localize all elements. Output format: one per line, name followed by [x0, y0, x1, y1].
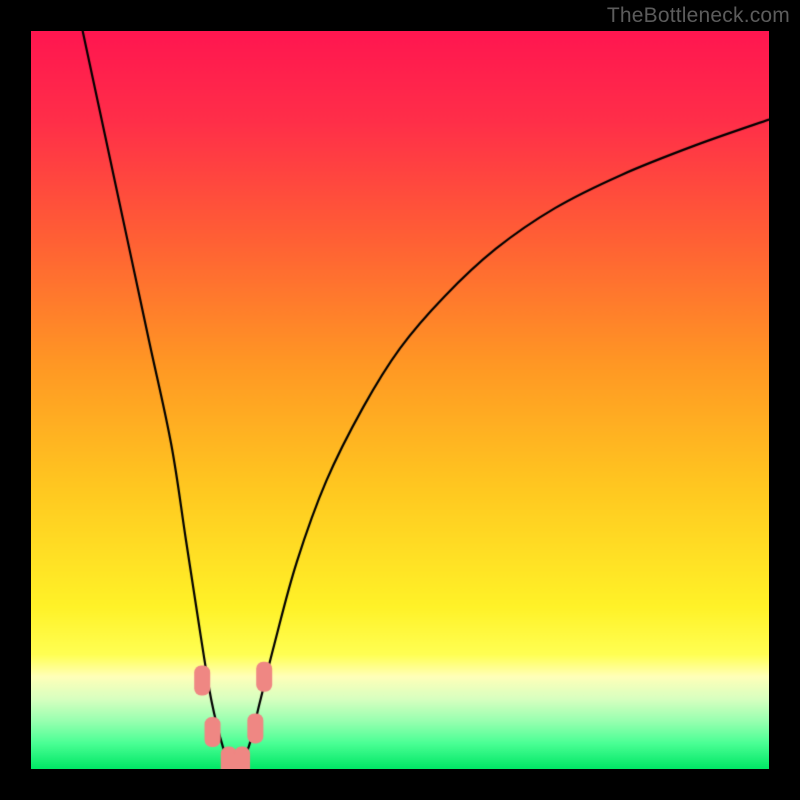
watermark-label: TheBottleneck.com: [607, 4, 790, 28]
chart-canvas: [31, 31, 769, 769]
chart-frame: TheBottleneck.com: [0, 0, 800, 800]
plot-area: [31, 31, 769, 769]
